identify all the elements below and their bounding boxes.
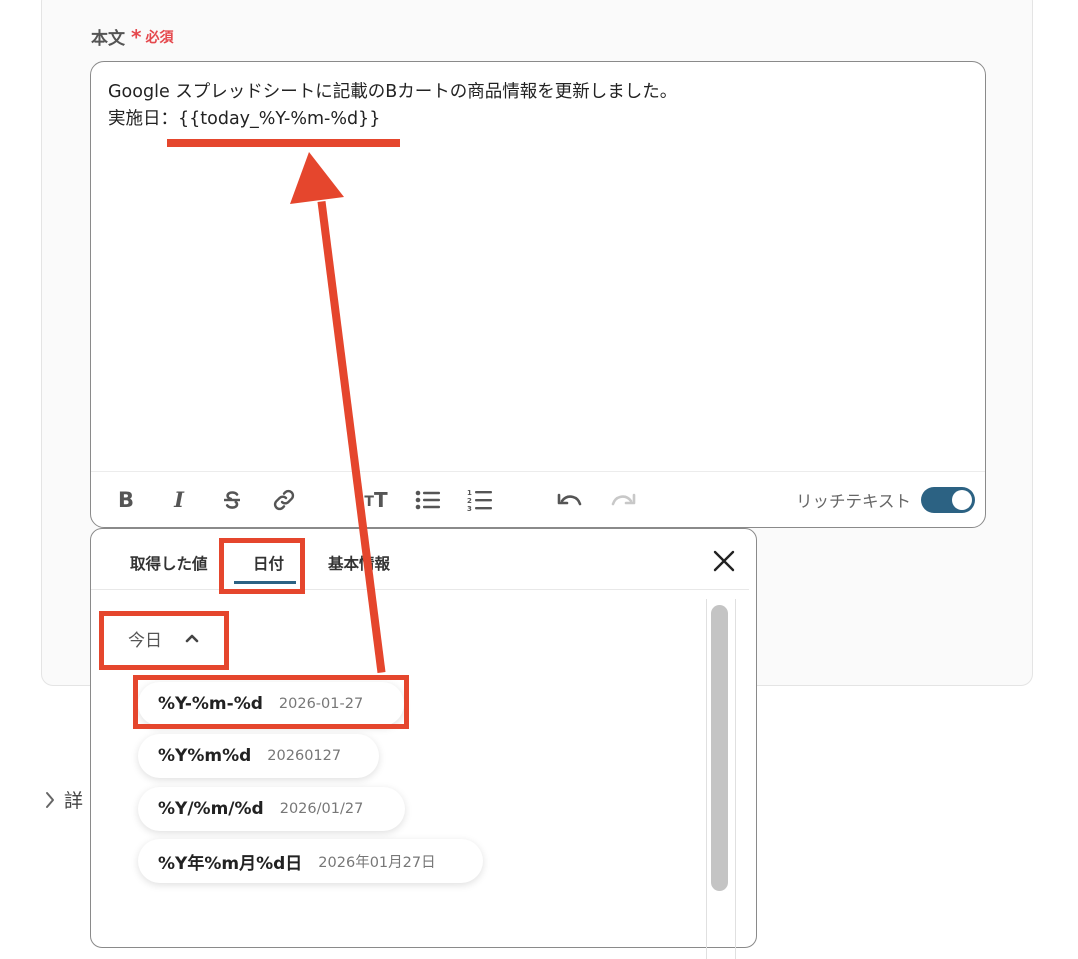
required-star: * <box>131 24 142 49</box>
required-badge: 必須 <box>145 29 174 46</box>
highlight-underline <box>167 139 400 147</box>
italic-icon[interactable]: I <box>161 472 197 527</box>
format-code: %Y%m%d <box>158 746 252 766</box>
toggle-knob <box>952 489 972 510</box>
redo-icon[interactable] <box>605 472 641 527</box>
format-code: %Y/%m/%d <box>158 799 264 819</box>
bold-icon[interactable]: B <box>108 472 144 527</box>
text-size-icon[interactable]: TT <box>358 472 394 527</box>
tab-date[interactable]: 日付 <box>253 552 284 574</box>
date-format-option[interactable]: %Y%m%d 20260127 <box>138 734 379 778</box>
format-code: %Y年%m月%d日 <box>158 853 303 874</box>
scrollbar-thumb[interactable] <box>711 605 728 891</box>
group-header-label: 今日 <box>128 630 162 651</box>
numbered-list-icon[interactable]: 123 <box>462 472 498 527</box>
text-size-small-glyph: T <box>364 493 374 510</box>
rich-text-toggle[interactable] <box>921 486 975 513</box>
date-format-option[interactable]: %Y年%m月%d日 2026年01月27日 <box>138 839 483 883</box>
tab-basic-info[interactable]: 基本情報 <box>328 552 390 574</box>
date-format-option[interactable]: %Y/%m/%d 2026/01/27 <box>138 787 405 831</box>
svg-text:3: 3 <box>467 505 472 512</box>
close-icon[interactable] <box>710 547 738 575</box>
rich-text-label: リッチテキスト <box>795 491 911 511</box>
body-field-label: 本文 * 必須 <box>91 24 174 50</box>
format-example: 20260127 <box>267 748 342 764</box>
undo-icon[interactable] <box>552 472 588 527</box>
format-example: 2026-01-27 <box>278 696 364 712</box>
strikethrough-icon[interactable] <box>214 472 250 527</box>
editor-line-2: 実施日：{{today_%Y-%m-%d}} <box>108 109 381 129</box>
svg-text:2: 2 <box>467 497 472 505</box>
date-format-option[interactable]: %Y-%m-%d 2026-01-27 <box>138 682 404 726</box>
text-size-large-glyph: T <box>373 487 388 512</box>
editor-line-1: Google スプレッドシートに記載のBカートの商品情報を更新しました。 <box>108 82 678 102</box>
bold-glyph: B <box>117 487 134 512</box>
chevron-up-icon <box>185 634 199 643</box>
details-toggle[interactable]: 詳 <box>44 786 83 813</box>
editor-content[interactable]: Google スプレッドシートに記載のBカートの商品情報を更新しました。 実施日：… <box>108 79 677 133</box>
format-code: %Y-%m-%d <box>158 694 263 714</box>
bullet-list-icon[interactable] <box>410 472 446 527</box>
rich-text-control: リッチテキスト <box>796 472 975 527</box>
chevron-right-icon <box>46 791 54 808</box>
editor-toolbar: B I TT 123 リッチテキスト <box>91 471 985 527</box>
active-tab-indicator <box>234 581 296 584</box>
italic-glyph: I <box>174 487 184 512</box>
field-label-text: 本文 <box>91 29 125 49</box>
svg-text:1: 1 <box>467 489 472 497</box>
tab-acquired-values[interactable]: 取得した値 <box>130 552 208 574</box>
picker-tabs: 取得した値 日付 基本情報 <box>91 529 749 590</box>
details-label: 詳 <box>64 790 84 812</box>
group-header-today[interactable]: 今日 <box>110 619 220 657</box>
format-example: 2026/01/27 <box>279 801 364 817</box>
format-example: 2026年01月27日 <box>318 854 436 871</box>
link-icon[interactable] <box>266 472 302 527</box>
body-editor[interactable]: Google スプレッドシートに記載のBカートの商品情報を更新しました。 実施日：… <box>90 61 986 528</box>
